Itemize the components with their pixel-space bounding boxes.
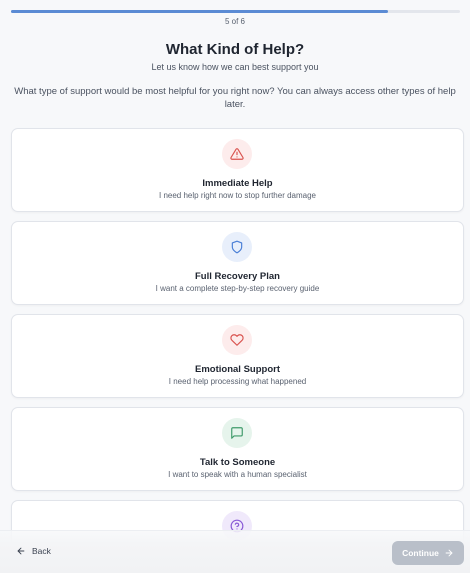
option-description: I want a complete step-by-step recovery … — [155, 284, 320, 293]
option-icon-badge — [222, 139, 252, 169]
option-description: I need help processing what happened — [168, 377, 307, 386]
option-title: Immediate Help — [202, 178, 273, 189]
option-card-talk-to-someone[interactable]: Talk to Someone I want to speak with a h… — [11, 407, 464, 491]
heart-icon — [230, 334, 244, 346]
continue-button-label: Continue — [402, 548, 439, 558]
back-button[interactable]: Back — [16, 546, 51, 556]
back-button-label: Back — [32, 546, 51, 556]
help-type-page: 5 of 6 What Kind of Help? Let us know ho… — [0, 0, 470, 573]
continue-button[interactable]: Continue — [392, 541, 464, 565]
navigation-footer: Back Continue — [0, 530, 470, 573]
option-title: Emotional Support — [195, 364, 280, 375]
option-card-full-recovery-plan[interactable]: Full Recovery Plan I want a complete ste… — [11, 221, 464, 305]
arrow-left-icon — [17, 547, 25, 555]
page-title: What Kind of Help? — [165, 41, 305, 58]
arrow-right-icon — [445, 549, 453, 557]
warning-triangle-icon — [230, 148, 244, 160]
help-options-list: Immediate Help I need help right now to … — [11, 128, 464, 573]
question-prompt: What type of support would be most helpf… — [14, 86, 456, 110]
option-description: I want to speak with a human specialist — [168, 470, 307, 479]
option-icon-badge — [222, 232, 252, 262]
option-icon-badge — [222, 325, 252, 355]
option-title: Talk to Someone — [199, 457, 276, 468]
progress-bar-fill — [11, 10, 389, 13]
option-description: I need help right now to stop further da… — [159, 191, 316, 200]
chat-bubble-icon — [231, 427, 243, 439]
shield-icon — [231, 240, 243, 254]
option-title: Full Recovery Plan — [194, 271, 280, 282]
option-icon-badge — [222, 418, 252, 448]
progress-bar — [11, 10, 460, 13]
option-card-immediate-help[interactable]: Immediate Help I need help right now to … — [11, 128, 464, 212]
page-subtitle: Let us know how we can best support you — [151, 62, 319, 72]
option-card-emotional-support[interactable]: Emotional Support I need help processing… — [11, 314, 464, 398]
step-counter: 5 of 6 — [224, 17, 245, 26]
